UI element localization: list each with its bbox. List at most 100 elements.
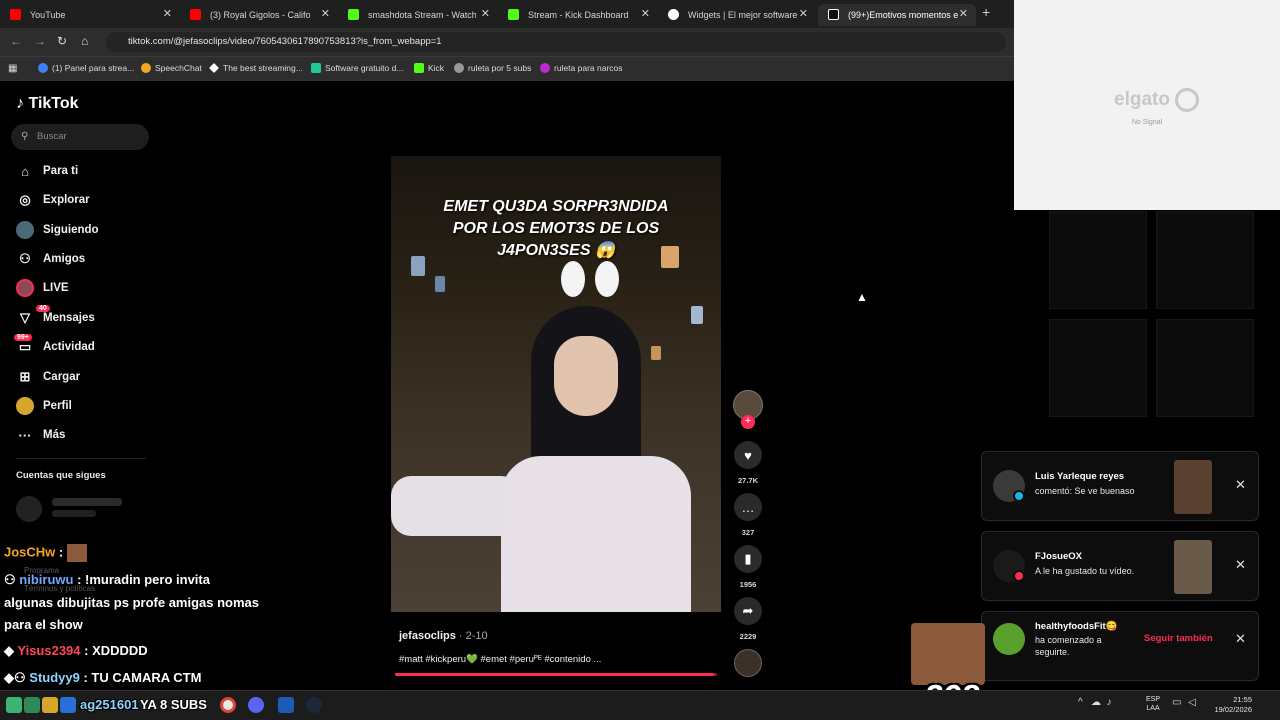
close-icon[interactable]: ✕ (1235, 631, 1246, 647)
notification-comment[interactable]: Luis Yarleque reyes comentó: Se ve buena… (981, 451, 1259, 521)
mic-icon[interactable]: ♪ (1107, 697, 1112, 708)
close-icon[interactable]: ✕ (481, 7, 490, 20)
chat-text: : !muradin pero invita (73, 572, 210, 587)
bookmark-streaming[interactable]: The best streaming... (209, 63, 303, 73)
video-author[interactable]: jefasoclips · 2-10 (399, 630, 488, 642)
bookmark-speechchat[interactable]: SpeechChat (141, 63, 202, 73)
video-progress[interactable] (395, 673, 717, 676)
nav-mas[interactable]: ··· Más (16, 424, 66, 446)
network-icon[interactable]: ▭ (1172, 697, 1181, 708)
more-icon: ··· (18, 427, 32, 443)
tab-widgets[interactable]: Widgets | El mejor software par ✕ (658, 4, 816, 26)
chat-message: JosCHw : (4, 544, 87, 562)
tab-tiktok-active[interactable]: (99+)Emotivos momentos en el ✕ (818, 4, 976, 26)
volume-icon[interactable]: ◁ (1188, 697, 1196, 708)
close-icon[interactable]: ✕ (641, 7, 650, 20)
compass-icon: ◎ (19, 192, 31, 207)
address-bar-row: ← → ↻ ⌂ tiktok.com/@jefasoclips/video/76… (0, 28, 1014, 56)
home-icon[interactable]: ⌂ (81, 34, 88, 48)
reload-icon[interactable]: ↻ (57, 34, 67, 48)
app-icon[interactable] (278, 697, 294, 713)
bookmark-software[interactable]: Software gratuito d... (311, 63, 403, 73)
folder-icon[interactable] (42, 697, 58, 713)
share-icon: ➦ (742, 603, 754, 618)
skeleton-line (52, 510, 96, 517)
chevron-up-icon[interactable]: ^ (1078, 697, 1083, 708)
follow-back-button[interactable]: Seguir también (1144, 633, 1213, 644)
skeleton-line (52, 498, 122, 506)
bookmark-ruleta-subs[interactable]: ruleta por 5 subs (454, 63, 531, 73)
lang-code: ESP (1146, 696, 1161, 703)
chrome-icon[interactable] (220, 697, 236, 713)
nav-para-ti[interactable]: ⌂ Para ti (16, 160, 78, 182)
music-disc-icon[interactable] (734, 649, 762, 677)
apps-icon[interactable]: ▦ (8, 63, 17, 74)
close-icon[interactable]: ✕ (799, 7, 808, 20)
notification-like[interactable]: FJosueOX A le ha gustado tu vídeo. ✕ (981, 531, 1259, 601)
like-button[interactable]: ♥ (734, 441, 762, 469)
app-icon[interactable] (6, 697, 22, 713)
empty-panel (1156, 319, 1254, 417)
avatar-placeholder (16, 496, 42, 522)
nav-cargar[interactable]: ⊞ Cargar (16, 366, 81, 388)
messages-badge: 40 (36, 305, 50, 312)
mouse-cursor-icon: ▲ (856, 290, 868, 304)
close-icon[interactable]: ✕ (163, 7, 172, 20)
video-player[interactable]: EMET QU3DA SORPR3NDIDA POR LOS EMOT3S DE… (391, 156, 721, 612)
bookmark-panel-stream[interactable]: (1) Panel para strea... (38, 63, 134, 73)
author-name[interactable]: jefasoclips (399, 630, 456, 642)
forward-icon[interactable]: → (34, 34, 46, 48)
lang-layout: LAA (1146, 705, 1160, 712)
chat-user: Studyy9 (29, 670, 80, 685)
like-badge-icon (1013, 570, 1025, 582)
save-count: 1956 (739, 580, 757, 589)
share-button[interactable]: ➦ (734, 597, 762, 625)
app-icon[interactable] (24, 697, 40, 713)
url-input[interactable]: tiktok.com/@jefasoclips/video/7605430617… (106, 32, 1006, 52)
tab-royal-gigolos[interactable]: (3) Royal Gigolos - Californi ✕ (180, 4, 338, 26)
tab-title: YouTube (30, 10, 66, 20)
search-placeholder: Buscar (37, 131, 67, 142)
clock[interactable]: 21:55 19/02/2026 (1208, 695, 1252, 715)
tab-kick-dashboard[interactable]: Stream - Kick Dashboard ✕ (498, 4, 658, 26)
new-tab-icon[interactable]: + (982, 4, 990, 20)
tab-smashdota[interactable]: smashdota Stream - Watch Live ✕ (338, 4, 498, 26)
discord-icon[interactable] (248, 697, 264, 713)
wheel-icon (454, 63, 464, 73)
nav-amigos[interactable]: ⚇ Amigos (16, 248, 85, 270)
close-icon[interactable]: ✕ (321, 7, 330, 20)
nav-mensajes[interactable]: ▽ 40 Mensajes (16, 305, 95, 329)
bookmark-kick[interactable]: Kick (414, 63, 444, 73)
nav-actividad[interactable]: ▭ 99+ Actividad (14, 334, 95, 358)
nav-siguiendo[interactable]: Siguiendo (16, 219, 99, 241)
cloud-icon[interactable]: ☁ (1091, 697, 1101, 708)
wheel-icon (540, 63, 550, 73)
app-icon[interactable] (60, 697, 76, 713)
tab-youtube[interactable]: YouTube ✕ (0, 4, 180, 26)
follow-plus-icon[interactable]: + (741, 415, 755, 429)
nav-perfil[interactable]: Perfil (16, 395, 72, 417)
bookmark-label: ruleta para narcos (554, 63, 623, 73)
comment-button[interactable]: … (734, 493, 762, 521)
bookmark-ruleta-narcos[interactable]: ruleta para narcos (540, 63, 623, 73)
empty-panel (1156, 211, 1254, 309)
notification-follow[interactable]: healthyfoodsFit😋 ha comenzado a seguirte… (981, 611, 1259, 681)
building-light (435, 276, 445, 292)
kick-icon (414, 63, 424, 73)
language-indicator[interactable]: ESP LAA (1146, 695, 1160, 713)
steam-icon[interactable] (306, 697, 322, 713)
nav-explorar[interactable]: ◎ Explorar (16, 189, 89, 211)
save-button[interactable]: ▮ (734, 545, 762, 573)
notification-user: healthyfoodsFit😋 (1035, 621, 1118, 632)
tiktok-logo[interactable]: ♪ TikTok (16, 95, 79, 113)
nav-live[interactable]: LIVE (16, 277, 69, 299)
date: 19/02/2026 (1214, 705, 1252, 714)
close-icon[interactable]: ✕ (1235, 557, 1246, 573)
close-icon[interactable]: ✕ (1235, 477, 1246, 493)
search-input[interactable]: ⚲ Buscar (11, 124, 149, 150)
back-icon[interactable]: ← (10, 34, 22, 48)
tab-title: (3) Royal Gigolos - Californi (210, 10, 310, 20)
video-tags[interactable]: #matt #kickperu💚 #emet #peruᴾᴱ #contenid… (399, 654, 601, 665)
friends-icon: ⚇ (19, 251, 31, 266)
close-icon[interactable]: ✕ (959, 7, 968, 20)
